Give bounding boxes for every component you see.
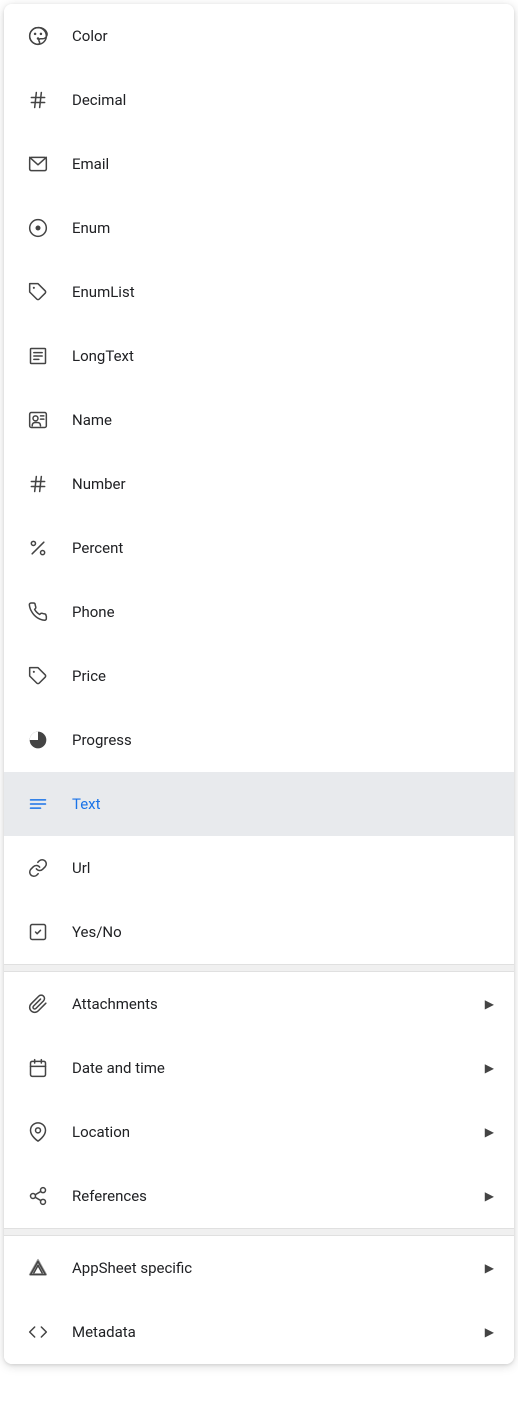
progress-label: Progress — [72, 731, 494, 749]
longtext-icon — [24, 342, 52, 370]
menu-item-metadata[interactable]: Metadata ▶ — [4, 1300, 514, 1364]
price-label: Price — [72, 667, 494, 685]
checkbox-icon — [24, 918, 52, 946]
section-divider-1 — [4, 964, 514, 972]
phone-icon — [24, 598, 52, 626]
appsheet-specific-label: AppSheet specific — [72, 1259, 485, 1277]
references-label: References — [72, 1187, 485, 1205]
references-chevron-icon: ▶ — [485, 1189, 494, 1203]
decimal-label: Decimal — [72, 91, 494, 109]
longtext-label: LongText — [72, 347, 494, 365]
menu-item-date-and-time[interactable]: Date and time ▶ — [4, 1036, 514, 1100]
menu-item-enum[interactable]: Enum — [4, 196, 514, 260]
price-icon — [24, 662, 52, 690]
appsheet-icon — [24, 1254, 52, 1282]
progress-icon — [24, 726, 52, 754]
menu-item-enumlist[interactable]: EnumList — [4, 260, 514, 324]
menu-item-text[interactable]: Text — [4, 772, 514, 836]
menu-item-references[interactable]: References ▶ — [4, 1164, 514, 1228]
menu-item-appsheet-specific[interactable]: AppSheet specific ▶ — [4, 1236, 514, 1300]
menu-item-price[interactable]: Price — [4, 644, 514, 708]
menu-item-decimal[interactable]: Decimal — [4, 68, 514, 132]
menu-item-longtext[interactable]: LongText — [4, 324, 514, 388]
phone-label: Phone — [72, 603, 494, 621]
metadata-chevron-icon: ▶ — [485, 1325, 494, 1339]
menu-item-phone[interactable]: Phone — [4, 580, 514, 644]
menu-item-yes-no[interactable]: Yes/No — [4, 900, 514, 964]
menu-item-color[interactable]: Color — [4, 4, 514, 68]
date-and-time-label: Date and time — [72, 1059, 485, 1077]
attachments-icon — [24, 990, 52, 1018]
name-icon — [24, 406, 52, 434]
location-label: Location — [72, 1123, 485, 1141]
enumlist-label: EnumList — [72, 283, 494, 301]
enum-label: Enum — [72, 219, 494, 237]
percent-icon — [24, 534, 52, 562]
location-icon — [24, 1118, 52, 1146]
email-icon — [24, 150, 52, 178]
decimal-hash-icon — [24, 86, 52, 114]
menu-item-attachments[interactable]: Attachments ▶ — [4, 972, 514, 1036]
menu-item-progress[interactable]: Progress — [4, 708, 514, 772]
enum-icon — [24, 214, 52, 242]
name-label: Name — [72, 411, 494, 429]
enumlist-icon — [24, 278, 52, 306]
calendar-icon — [24, 1054, 52, 1082]
text-icon — [24, 790, 52, 818]
menu-item-url[interactable]: Url — [4, 836, 514, 900]
text-label: Text — [72, 795, 494, 813]
link-icon — [24, 854, 52, 882]
metadata-icon — [24, 1318, 52, 1346]
dropdown-menu: Color Decimal Email — [4, 4, 514, 1364]
location-chevron-icon: ▶ — [485, 1125, 494, 1139]
menu-item-location[interactable]: Location ▶ — [4, 1100, 514, 1164]
url-label: Url — [72, 859, 494, 877]
menu-item-number[interactable]: Number — [4, 452, 514, 516]
attachments-label: Attachments — [72, 995, 485, 1013]
menu-item-email[interactable]: Email — [4, 132, 514, 196]
metadata-label: Metadata — [72, 1323, 485, 1341]
menu-item-name[interactable]: Name — [4, 388, 514, 452]
number-label: Number — [72, 475, 494, 493]
menu-item-percent[interactable]: Percent — [4, 516, 514, 580]
percent-label: Percent — [72, 539, 494, 557]
email-label: Email — [72, 155, 494, 173]
number-hash-icon — [24, 470, 52, 498]
section-divider-2 — [4, 1228, 514, 1236]
attachments-chevron-icon: ▶ — [485, 997, 494, 1011]
palette-icon — [24, 22, 52, 50]
references-icon — [24, 1182, 52, 1210]
color-label: Color — [72, 27, 494, 45]
yes-no-label: Yes/No — [72, 923, 494, 941]
date-and-time-chevron-icon: ▶ — [485, 1061, 494, 1075]
appsheet-specific-chevron-icon: ▶ — [485, 1261, 494, 1275]
